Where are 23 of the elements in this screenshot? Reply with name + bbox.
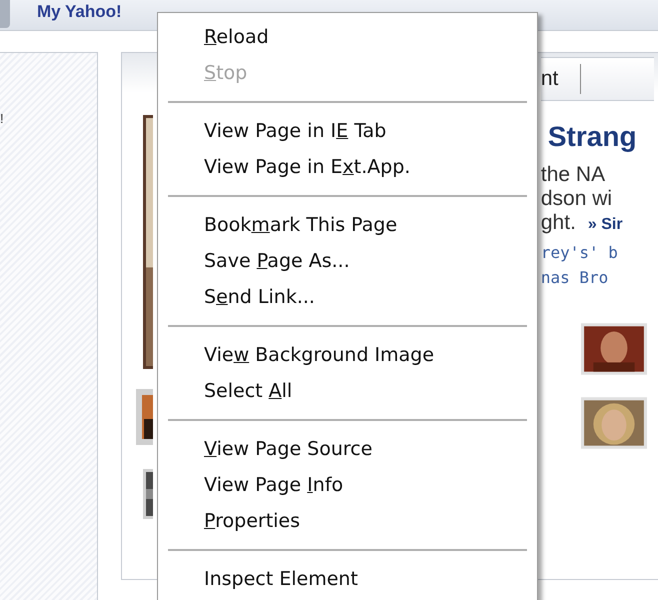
menu-item[interactable]: Bookmark This Page: [160, 207, 535, 243]
menu-item[interactable]: Reload: [160, 19, 535, 55]
menu-item[interactable]: View Page in IE Tab: [160, 113, 535, 149]
story-link[interactable]: nas Bro: [540, 268, 654, 287]
story-text: ght.: [540, 211, 576, 235]
my-yahoo-link[interactable]: My Yahoo!: [37, 2, 122, 22]
menu-item[interactable]: View Background Image: [160, 337, 535, 373]
menu-item[interactable]: Select All: [160, 373, 535, 409]
story-text: dson wi: [540, 187, 614, 211]
menu-item[interactable]: Inspect Element: [160, 561, 535, 597]
tab-edge: [0, 0, 10, 28]
menu-item[interactable]: Send Link...: [160, 279, 535, 315]
tab[interactable]: nt: [540, 67, 558, 91]
menu-item[interactable]: View Page Source: [160, 431, 535, 467]
more-link[interactable]: » Sir: [588, 216, 623, 234]
headline[interactable]: Strang: [548, 121, 654, 153]
menu-item[interactable]: Properties: [160, 503, 535, 539]
story-link[interactable]: rey's' b: [540, 243, 654, 262]
text-fragment: !: [0, 111, 5, 126]
story-text: the NA: [540, 163, 606, 187]
menu-item[interactable]: View Page in Ext.App.: [160, 149, 535, 185]
menu-item[interactable]: View Page Info: [160, 467, 535, 503]
menu-item[interactable]: Save Page As...: [160, 243, 535, 279]
